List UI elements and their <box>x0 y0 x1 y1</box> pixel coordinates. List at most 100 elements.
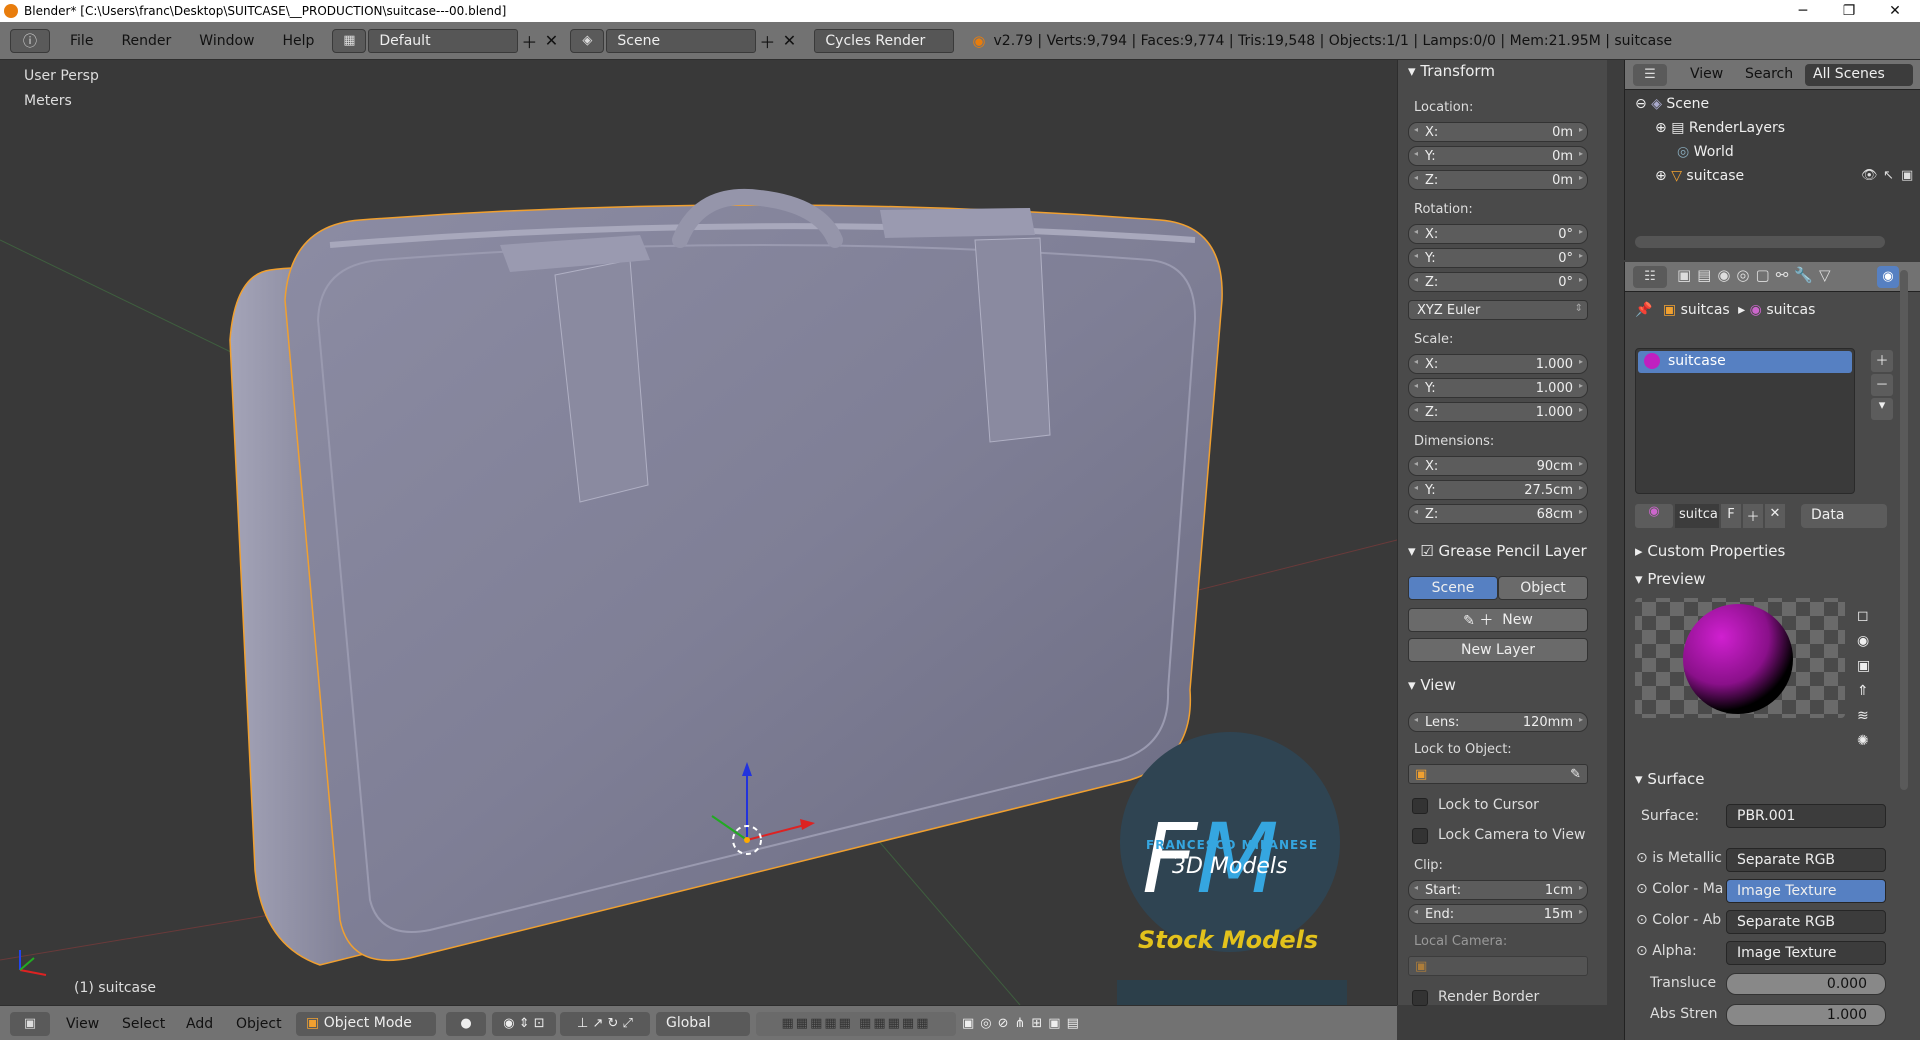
location-z-field[interactable]: ◂ Z: 0m ▸ <box>1408 170 1588 190</box>
layout-name-field[interactable]: Default <box>368 28 519 53</box>
fake-user-toggle[interactable]: F <box>1721 504 1741 528</box>
material-tab-icon[interactable]: ◉ <box>1877 266 1899 288</box>
shading-select[interactable]: ● <box>446 1012 486 1036</box>
lock-camera-checkbox[interactable] <box>1412 828 1428 844</box>
gp-scene-tab[interactable]: Scene <box>1408 576 1498 600</box>
scale-z-field[interactable]: ◂ Z: 1.000 ▸ <box>1408 402 1588 422</box>
is-metallic-select[interactable]: Separate RGB <box>1726 848 1886 872</box>
remove-scene-icon[interactable]: ✕ <box>778 30 800 52</box>
local-camera-field[interactable]: ▣ <box>1408 956 1588 976</box>
3d-viewport[interactable]: F M User Persp Meters (1) suitcase FRANC… <box>0 60 1397 1005</box>
color-ma-select[interactable]: Image Texture <box>1726 879 1886 903</box>
material-link-select[interactable]: Data <box>1801 504 1887 528</box>
dimensions-x-field[interactable]: ◂ X: 90cm ▸ <box>1408 456 1588 476</box>
gp-new-layer-button[interactable]: New Layer <box>1408 638 1588 662</box>
view-header[interactable]: ▾ View <box>1408 676 1456 694</box>
surface-header[interactable]: ▾ Surface <box>1635 770 1704 788</box>
outliner-editor-icon[interactable]: ☰ <box>1633 64 1667 86</box>
expand-icon[interactable]: ⊕ <box>1655 168 1667 184</box>
preview-header[interactable]: ▾ Preview <box>1635 570 1706 588</box>
snap-render-icons[interactable]: ▣◎⊘⋔⊞▣▤ <box>962 1012 1112 1036</box>
layout-browse-button[interactable]: ▦ <box>332 28 367 53</box>
outliner-display-select[interactable]: All Scenes <box>1805 64 1913 86</box>
editor-type-button[interactable]: ⓘ <box>10 28 50 53</box>
rotation-z-field[interactable]: ◂ Z: 0° ▸ <box>1408 272 1588 292</box>
mode-select[interactable]: ▣ Object Mode <box>296 1012 436 1036</box>
menu-help[interactable]: Help <box>268 33 328 49</box>
scale-x-field[interactable]: ◂ X: 1.000 ▸ <box>1408 354 1588 374</box>
outliner-row-renderlayers[interactable]: ⊕ ▤ RenderLayers <box>1655 120 1785 136</box>
layer-buttons[interactable]: ▦▦▦▦▦ ▦▦▦▦▦ <box>756 1012 956 1036</box>
custom-properties-header[interactable]: ▸ Custom Properties <box>1635 542 1785 560</box>
menu-window[interactable]: Window <box>185 33 268 49</box>
lock-object-field[interactable]: ▣ ✎ <box>1408 764 1588 784</box>
scale-y-field[interactable]: ◂ Y: 1.000 ▸ <box>1408 378 1588 398</box>
location-x-field[interactable]: ◂ X: 0m ▸ <box>1408 122 1588 142</box>
menu-add[interactable]: Add <box>186 1016 213 1032</box>
outliner-row-suitcase[interactable]: ⊕ ▽ suitcase <box>1655 168 1744 184</box>
rotation-x-field[interactable]: ◂ X: 0° ▸ <box>1408 224 1588 244</box>
visibility-eye-icon[interactable]: 👁 <box>1861 168 1878 183</box>
collapse-icon[interactable]: ⊖ <box>1635 96 1647 112</box>
add-slot-icon[interactable]: ＋ <box>1871 350 1893 372</box>
gp-object-tab[interactable]: Object <box>1498 576 1588 600</box>
material-browse-icon[interactable]: ◉ <box>1635 504 1673 528</box>
slot-menu-icon[interactable]: ▾ <box>1871 398 1893 420</box>
menu-select[interactable]: Select <box>122 1016 165 1032</box>
material-slot-item[interactable]: suitcase <box>1638 351 1852 373</box>
properties-scrollbar[interactable] <box>1900 270 1908 790</box>
outliner-search-menu[interactable]: Search <box>1745 66 1793 82</box>
properties-editor-icon[interactable]: ☷ <box>1633 266 1667 288</box>
material-name-field[interactable]: suitca <box>1675 504 1719 528</box>
dimensions-y-field[interactable]: ◂ Y: 27.5cm ▸ <box>1408 480 1588 500</box>
eyedropper-icon[interactable]: ✎ <box>1570 767 1581 782</box>
alpha-select[interactable]: Image Texture <box>1726 941 1886 965</box>
unlink-material-icon[interactable]: ✕ <box>1765 504 1785 528</box>
gp-new-button[interactable]: ✎ ＋ New <box>1408 608 1588 632</box>
menu-object[interactable]: Object <box>236 1016 282 1032</box>
add-layout-icon[interactable]: ＋ <box>518 30 540 52</box>
rotation-y-field[interactable]: ◂ Y: 0° ▸ <box>1408 248 1588 268</box>
outliner-scrollbar[interactable] <box>1635 236 1885 248</box>
pivot-select[interactable]: ◉ ⇕ ⊡ <box>492 1012 556 1036</box>
material-slot-list[interactable]: suitcase <box>1635 348 1855 494</box>
manipulator-toggles[interactable]: ⊥ ↗ ↻ ⤢ <box>560 1012 650 1036</box>
orientation-select[interactable]: Global <box>656 1012 750 1036</box>
transform-header[interactable]: ▾ Transform <box>1408 62 1495 80</box>
grease-pencil-header[interactable]: ▾ ☑ Grease Pencil Layer <box>1408 542 1587 560</box>
add-scene-icon[interactable]: ＋ <box>756 30 778 52</box>
render-engine-select[interactable]: Cycles Render <box>814 28 955 53</box>
properties-context-tabs[interactable]: ▣▤◉◎▢⚯🔧▽ <box>1677 266 1836 284</box>
surface-shader-select[interactable]: PBR.001 <box>1726 804 1886 828</box>
outliner-row-world[interactable]: ◎ World <box>1677 144 1734 160</box>
menu-file[interactable]: File <box>56 33 107 49</box>
scene-browse-button[interactable]: ◈ <box>570 28 605 53</box>
clip-end-field[interactable]: ◂ End: 15m ▸ <box>1408 904 1588 924</box>
location-y-field[interactable]: ◂ Y: 0m ▸ <box>1408 146 1588 166</box>
remove-slot-icon[interactable]: － <box>1871 374 1893 396</box>
clip-start-field[interactable]: ◂ Start: 1cm ▸ <box>1408 880 1588 900</box>
menu-render[interactable]: Render <box>107 33 185 49</box>
render-camera-icon[interactable]: ▣ <box>1901 168 1913 183</box>
scene-name-field[interactable]: Scene <box>606 28 757 53</box>
rotation-mode-select[interactable]: XYZ Euler ⇕ <box>1408 300 1588 320</box>
viewport-editor-icon[interactable]: ▣ <box>10 1012 50 1036</box>
outliner-view-menu[interactable]: View <box>1690 66 1723 82</box>
preview-type-buttons[interactable]: ◻ ◉ ▣ ⇑ ≋ ✺ <box>1857 604 1870 754</box>
outliner-row-scene[interactable]: ⊖ ◈ Scene <box>1635 96 1709 112</box>
remove-layout-icon[interactable]: ✕ <box>540 30 562 52</box>
select-cursor-icon[interactable]: ↖ <box>1883 168 1894 183</box>
render-border-checkbox[interactable] <box>1412 990 1428 1006</box>
pin-icon[interactable]: 📌 <box>1635 302 1652 318</box>
lock-to-cursor-checkbox[interactable] <box>1412 798 1428 814</box>
abs-strength-slider[interactable]: 1.000 <box>1726 1004 1886 1026</box>
new-material-icon[interactable]: ＋ <box>1743 504 1763 528</box>
translucency-slider[interactable]: 0.000 <box>1726 973 1886 995</box>
maximize-button[interactable]: ❐ <box>1826 0 1872 22</box>
close-button[interactable]: ✕ <box>1872 0 1918 22</box>
color-ab-select[interactable]: Separate RGB <box>1726 910 1886 934</box>
menu-view[interactable]: View <box>66 1016 99 1032</box>
minimize-button[interactable]: ─ <box>1780 0 1826 22</box>
expand-icon[interactable]: ⊕ <box>1655 120 1667 136</box>
lens-field[interactable]: ◂ Lens: 120mm ▸ <box>1408 712 1588 732</box>
